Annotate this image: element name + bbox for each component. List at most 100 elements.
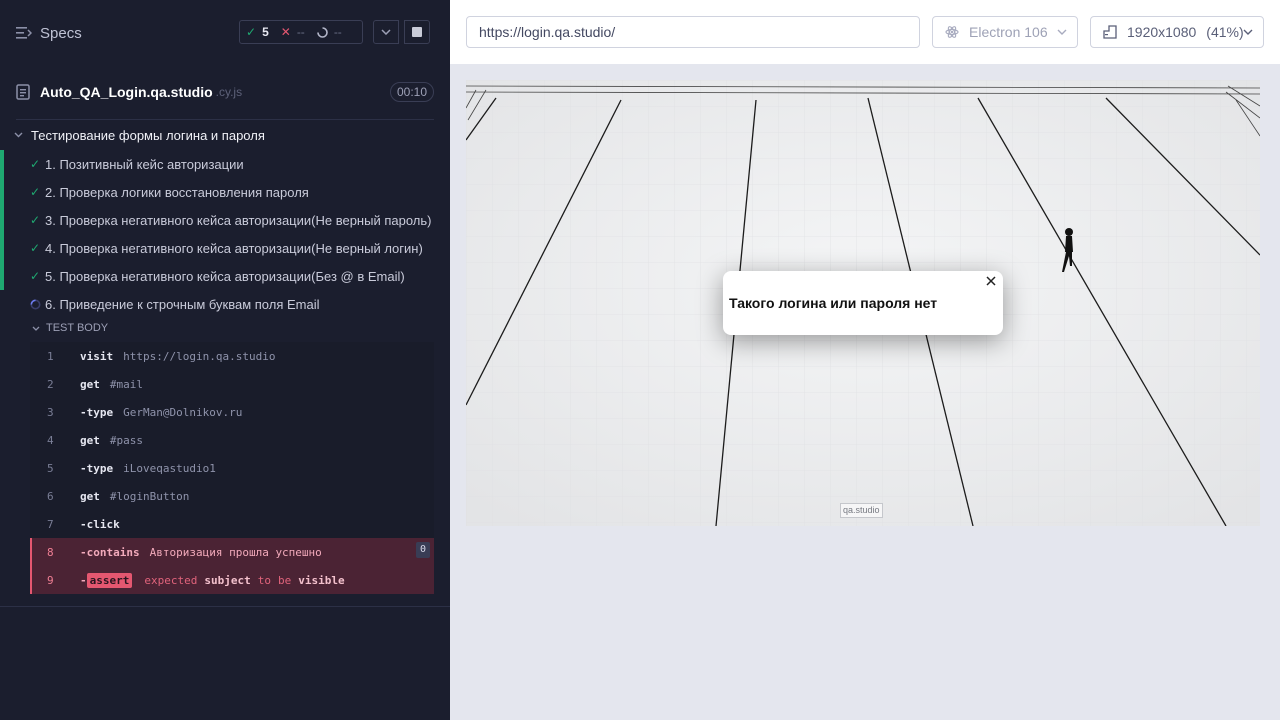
specs-label: Specs xyxy=(40,24,82,42)
divider xyxy=(16,119,434,120)
pending-spinner-icon xyxy=(317,26,328,38)
assert-word: to xyxy=(257,573,271,587)
command-number: 2 xyxy=(47,377,54,391)
command-name: get xyxy=(80,433,100,447)
test-body-toggle[interactable]: TEST BODY xyxy=(32,322,108,334)
test-label: 4. Проверка негативного кейса авторизаци… xyxy=(45,240,423,256)
chevron-down-icon xyxy=(32,326,40,331)
command-arg: #pass xyxy=(109,433,143,447)
command-number: 4 xyxy=(47,433,54,447)
test-row[interactable]: ✓ 5. Проверка негативного кейса авториза… xyxy=(0,262,450,290)
command-row[interactable]: 4 get #pass xyxy=(30,426,434,454)
suite-title: Тестирование формы логина и пароля xyxy=(31,127,265,143)
command-name: visit xyxy=(80,349,114,363)
viewport-scale: (41%) xyxy=(1206,24,1244,40)
assert-word: visible xyxy=(298,573,345,587)
modal-message: Такого логина или пароля нет xyxy=(729,295,938,311)
command-number: 1 xyxy=(47,349,54,363)
command-row[interactable]: 2 get #mail xyxy=(30,370,434,398)
watermark: qa.studio xyxy=(840,503,883,518)
chevron-down-icon xyxy=(1057,29,1067,35)
command-row[interactable]: 5 -type iLoveqastudio1 xyxy=(30,454,434,482)
command-number: 8 xyxy=(47,545,54,559)
failed-stat: ✕ -- xyxy=(275,25,311,39)
command-number: 6 xyxy=(47,489,54,503)
check-icon: ✓ xyxy=(29,185,41,199)
viewport-selector[interactable]: 1920x1080 (41%) xyxy=(1090,16,1264,48)
app-frame[interactable]: Такого логина или пароля нет qa.studio xyxy=(466,80,1260,526)
command-arg: #mail xyxy=(109,377,143,391)
divider xyxy=(0,606,450,607)
spec-extension: .cy.js xyxy=(215,85,243,99)
passed-check-icon: ✓ xyxy=(246,25,257,39)
assert-word: be xyxy=(277,573,292,587)
viewport-size: 1920x1080 xyxy=(1127,24,1197,40)
spec-duration: 00:10 xyxy=(389,82,434,102)
command-log: 1 visit https://login.qa.studio 2 get #m… xyxy=(30,342,434,594)
pass-indicator xyxy=(0,206,4,234)
check-icon: ✓ xyxy=(29,269,41,283)
close-icon[interactable] xyxy=(985,275,997,287)
error-modal: Такого логина или пароля нет xyxy=(723,271,1003,335)
browser-selector[interactable]: Electron 106 xyxy=(932,16,1078,48)
command-row-failed[interactable]: 8 -contains Авторизация прошла успешно 0 xyxy=(30,538,434,566)
pending-count: -- xyxy=(333,25,342,39)
spec-file-row[interactable]: Auto_QA_Login.qa.studio .cy.js 00:10 xyxy=(16,78,434,106)
stop-icon xyxy=(412,27,422,37)
command-row[interactable]: 1 visit https://login.qa.studio xyxy=(30,342,434,370)
aut-header: https://login.qa.studio/ Electron 106 19… xyxy=(450,0,1280,64)
command-name: get xyxy=(80,489,100,503)
pass-indicator xyxy=(0,178,4,206)
running-spinner-icon xyxy=(30,299,40,309)
element-count-badge: 0 xyxy=(416,542,430,558)
specs-list-icon xyxy=(16,27,32,39)
command-row[interactable]: 6 get #loginButton xyxy=(30,482,434,510)
test-label: 1. Позитивный кейс авторизации xyxy=(45,156,244,172)
command-arg: #loginButton xyxy=(109,489,190,503)
command-arg: iLoveqastudio1 xyxy=(123,461,216,475)
command-name: - xyxy=(80,573,87,587)
failed-x-icon: ✕ xyxy=(280,25,291,39)
test-label: 3. Проверка негативного кейса авторизаци… xyxy=(45,212,432,228)
command-arg: https://login.qa.studio xyxy=(123,349,276,363)
command-row[interactable]: 3 -type GerMan@Dolnikov.ru xyxy=(30,398,434,426)
document-icon xyxy=(16,84,30,100)
test-row[interactable]: ✓ 4. Проверка негативного кейса авториза… xyxy=(0,234,450,262)
test-row[interactable]: ✓ 2. Проверка логики восстановления паро… xyxy=(0,178,450,206)
reporter-panel: Specs ✓ 5 ✕ -- -- Auto_QA_Login.qa.studi… xyxy=(0,0,450,720)
check-icon: ✓ xyxy=(29,157,41,171)
command-row[interactable]: 7 -click xyxy=(30,510,434,538)
test-row[interactable]: ✓ 3. Проверка негативного кейса авториза… xyxy=(0,206,450,234)
test-row[interactable]: ✓ 1. Позитивный кейс авторизации xyxy=(0,150,450,178)
test-row-running[interactable]: 6. Приведение к строчным буквам поля Ema… xyxy=(0,290,450,318)
command-name: -type xyxy=(80,405,114,419)
command-row-failed[interactable]: 9 - assert expected subject to be visibl… xyxy=(30,566,434,594)
ruler-icon xyxy=(1103,25,1117,39)
assert-word: subject xyxy=(204,573,251,587)
test-label: 5. Проверка негативного кейса авторизаци… xyxy=(45,268,405,284)
check-icon: ✓ xyxy=(29,213,41,227)
command-number: 3 xyxy=(47,405,54,419)
spec-name: Auto_QA_Login.qa.studio xyxy=(40,84,213,100)
pass-indicator xyxy=(0,234,4,262)
url-bar[interactable]: https://login.qa.studio/ xyxy=(466,16,920,48)
aut-panel: https://login.qa.studio/ Electron 106 19… xyxy=(450,0,1280,720)
browser-label: Electron 106 xyxy=(969,24,1048,40)
collapse-toggle-button[interactable] xyxy=(373,20,399,44)
passed-count: 5 xyxy=(262,25,269,39)
electron-icon xyxy=(945,26,959,38)
command-arg: Авторизация прошла успешно xyxy=(149,545,322,559)
stats-bar: ✓ 5 ✕ -- -- xyxy=(239,20,363,44)
assert-word: expected xyxy=(144,573,198,587)
check-icon: ✓ xyxy=(29,241,41,255)
test-list: ✓ 1. Позитивный кейс авторизации ✓ 2. Пр… xyxy=(0,150,450,318)
reporter-header: Specs ✓ 5 ✕ -- -- xyxy=(0,0,450,64)
test-body-label: TEST BODY xyxy=(46,322,109,334)
test-label: 2. Проверка логики восстановления пароля xyxy=(45,184,309,200)
suite-row[interactable]: Тестирование формы логина и пароля xyxy=(14,126,265,144)
stop-button[interactable] xyxy=(404,20,430,44)
command-name: -contains xyxy=(80,545,140,559)
chevron-down-icon xyxy=(1243,29,1253,35)
specs-button[interactable]: Specs xyxy=(16,22,82,44)
failed-count: -- xyxy=(296,25,305,39)
